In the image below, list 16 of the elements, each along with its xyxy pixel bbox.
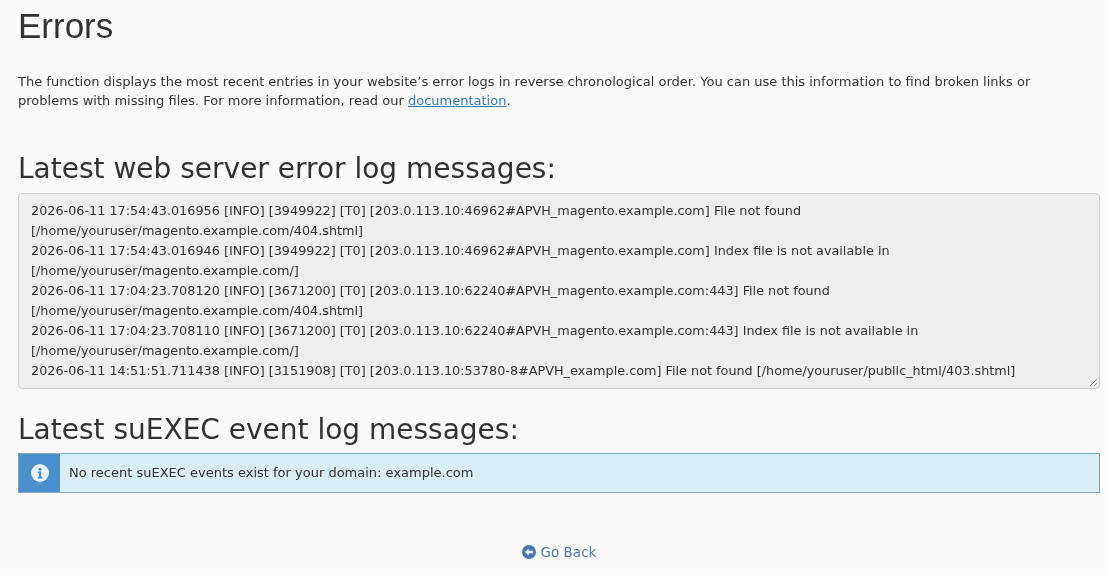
log-entry: 2026-06-11 17:04:23.708120 [INFO] [3671200] [T0] [203.0.113.10:62240#APVH_magento.example.com:443] File not found [/home/youruser/magento.example.com/404.shtml]	[31, 282, 831, 320]
log-field[interactable]	[18, 193, 1100, 389]
resize-handle-icon[interactable]	[1089, 378, 1097, 386]
go-back-link[interactable]: Go Back	[521, 543, 597, 561]
log-entry: 2026-06-11 17:54:43.016946 [INFO] [3949922] [T0] [203.0.113.10:46962#APVH_magento.example.com] Index file is not available in [/home/youruser/magento.example.com/]	[31, 242, 891, 280]
section-heading: Latest suEXEC event log messages:	[18, 412, 519, 448]
log-entry: 2026-06-11 17:04:23.708110 [INFO] [3671200] [T0] [203.0.113.10:62240#APVH_magento.example.com:443] Index file is not available in [/home/youruser/magento.example.com/]	[31, 322, 920, 360]
alert-message: No recent suEXEC events exist for your domain: example.com	[69, 464, 474, 482]
section-heading: Latest web server error log messages:	[18, 151, 556, 187]
page-title: Errors	[18, 5, 114, 47]
documentation-link[interactable]: documentation	[407, 93, 507, 108]
info-icon	[30, 464, 49, 482]
log-entry: 2026-06-11 14:51:51.711438 [INFO] [3151908] [T0] [203.0.113.10:53780-8#APVH_example.com] File not found [/home/youruser/public_html/403.shtml]	[31, 362, 1017, 380]
log-entry: 2026-06-11 17:54:43.016956 [INFO] [3949922] [T0] [203.0.113.10:46962#APVH_magento.example.com] File not found [/home/youruser/magento.example.com/404.shtml]	[31, 202, 803, 240]
intro-text: The function displays the most recent entries in your website’s error logs in reverse chronological order. You can use this information to find broken links or problems with missing files. For more information, read our documentation.	[18, 73, 1032, 110]
arrow-left-icon	[521, 545, 536, 559]
